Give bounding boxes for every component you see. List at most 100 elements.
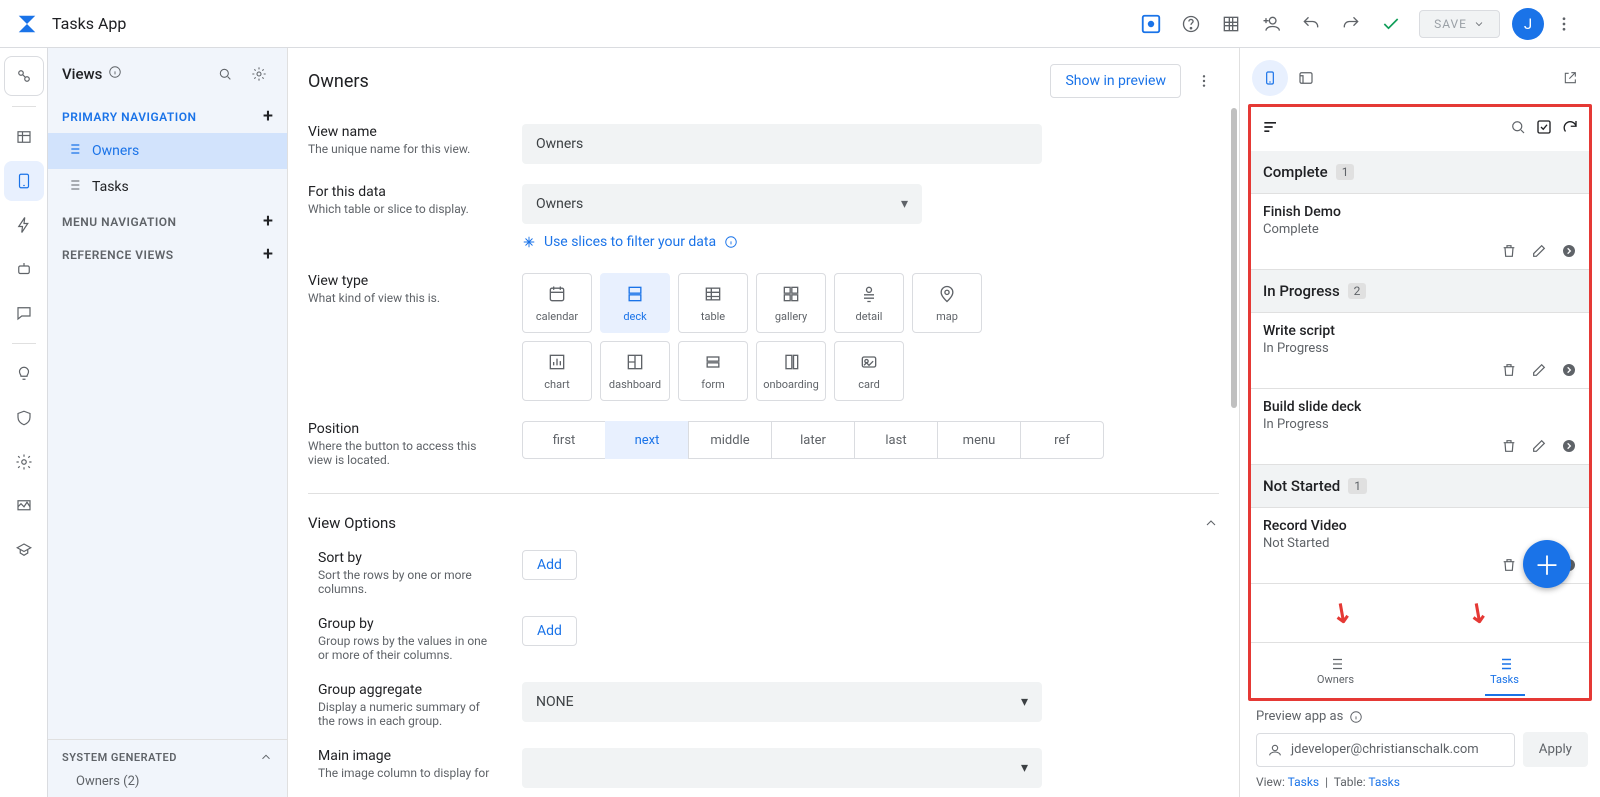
apply-button[interactable]: Apply	[1523, 732, 1588, 767]
views-item-tasks[interactable]: Tasks	[48, 169, 287, 205]
more-vert-icon[interactable]	[1544, 4, 1584, 44]
rail-settings-icon[interactable]	[4, 442, 44, 482]
pos-menu[interactable]: menu	[937, 421, 1021, 459]
pos-later[interactable]: later	[771, 421, 855, 459]
preview-toggle-icon[interactable]	[1131, 4, 1171, 44]
delete-icon[interactable]	[1501, 243, 1517, 263]
chevron-right-icon[interactable]	[1561, 438, 1577, 458]
scrollbar[interactable]	[1231, 108, 1237, 787]
device-phone-icon[interactable]	[1252, 60, 1288, 96]
check-icon[interactable]	[1371, 4, 1411, 44]
preview-group-header[interactable]: Not Started1	[1251, 465, 1589, 508]
pos-ref[interactable]: ref	[1020, 421, 1104, 459]
grid-icon[interactable]	[1211, 4, 1251, 44]
system-sub-owners[interactable]: Owners (2)	[48, 774, 287, 797]
section-system-generated[interactable]: SYSTEM GENERATED	[48, 739, 287, 774]
vt-calendar[interactable]: calendar	[522, 273, 592, 333]
view-type-help: What kind of view this is.	[308, 291, 498, 305]
avatar[interactable]: J	[1512, 8, 1544, 40]
add-primary-view-icon[interactable]: +	[263, 106, 273, 127]
preview-as-email-input[interactable]: jdeveloper@christianschalk.com	[1256, 733, 1515, 767]
preview-group-header[interactable]: In Progress2	[1251, 270, 1589, 313]
pos-middle[interactable]: middle	[688, 421, 772, 459]
delete-icon[interactable]	[1501, 362, 1517, 382]
open-external-icon[interactable]	[1552, 60, 1588, 96]
delete-icon[interactable]	[1501, 438, 1517, 458]
chevron-right-icon[interactable]	[1561, 243, 1577, 263]
show-in-preview-button[interactable]: Show in preview	[1050, 64, 1181, 98]
redo-icon[interactable]	[1331, 4, 1371, 44]
add-ref-view-icon[interactable]: +	[263, 244, 273, 265]
group-agg-select[interactable]: NONE ▾	[522, 682, 1042, 722]
chevron-right-icon[interactable]	[1561, 362, 1577, 382]
rail-actions-icon[interactable]	[4, 205, 44, 245]
vt-map[interactable]: map	[912, 273, 982, 333]
device-tablet-icon[interactable]	[1288, 60, 1324, 96]
info-icon[interactable]	[108, 65, 122, 83]
sort-by-add-button[interactable]: Add	[522, 550, 577, 580]
vt-form[interactable]: form	[678, 341, 748, 401]
view-name-input[interactable]	[522, 124, 1042, 164]
help-icon[interactable]	[1171, 4, 1211, 44]
vt-dashboard[interactable]: dashboard	[600, 341, 670, 401]
edit-icon[interactable]	[1531, 362, 1547, 382]
edit-icon[interactable]	[1531, 438, 1547, 458]
vt-table[interactable]: table	[678, 273, 748, 333]
view-options-section[interactable]: View Options	[288, 510, 1239, 540]
preview-search-icon[interactable]	[1509, 118, 1527, 140]
rail-manage-icon[interactable]	[4, 486, 44, 526]
preview-as-label: Preview app as	[1256, 709, 1343, 724]
main-more-icon[interactable]	[1189, 66, 1219, 96]
row-for-data: For this data Which table or slice to di…	[288, 174, 1239, 263]
rail-learn-icon[interactable]	[4, 530, 44, 570]
bottom-tab-owners[interactable]: Owners	[1251, 643, 1420, 698]
footer-view-label: View:	[1256, 775, 1285, 789]
row-group-by: Group by Group rows by the values in one…	[288, 606, 1239, 672]
preview-card[interactable]: Build slide deckIn Progress	[1251, 389, 1589, 465]
main-image-select[interactable]: ▾	[522, 748, 1042, 788]
edit-icon[interactable]	[1531, 243, 1547, 263]
bottom-tab-tasks[interactable]: Tasks	[1420, 643, 1589, 698]
for-data-select[interactable]: Owners ▾	[522, 184, 922, 224]
vt-gallery[interactable]: gallery	[756, 273, 826, 333]
hamburger-icon[interactable]	[1261, 117, 1281, 141]
delete-icon[interactable]	[1501, 557, 1517, 577]
vt-detail[interactable]: detail	[834, 273, 904, 333]
search-icon[interactable]	[211, 60, 239, 88]
group-by-add-button[interactable]: Add	[522, 616, 577, 646]
undo-icon[interactable]	[1291, 4, 1331, 44]
preview-group-header[interactable]: Complete1	[1251, 151, 1589, 194]
rail-chat-icon[interactable]	[4, 293, 44, 333]
footer-view-link[interactable]: Tasks	[1288, 775, 1320, 789]
save-button[interactable]: SAVE	[1419, 10, 1500, 38]
preview-card[interactable]: Write scriptIn Progress	[1251, 313, 1589, 389]
pos-next[interactable]: next	[605, 421, 689, 459]
info-icon[interactable]	[1349, 710, 1363, 724]
footer-table-link[interactable]: Tasks	[1368, 775, 1400, 789]
rail-bots-icon[interactable]	[4, 249, 44, 289]
fab-add-button[interactable]: ＋	[1523, 540, 1571, 588]
view-name-label: View name	[308, 124, 498, 140]
preview-footer: Preview app as jdeveloper@christianschal…	[1248, 701, 1592, 797]
add-user-icon[interactable]	[1251, 4, 1291, 44]
views-item-label: Tasks	[92, 179, 129, 195]
rail-security-icon[interactable]	[4, 398, 44, 438]
vt-chart[interactable]: chart	[522, 341, 592, 401]
views-item-owners[interactable]: Owners	[48, 133, 287, 169]
pos-last[interactable]: last	[854, 421, 938, 459]
slices-link[interactable]: Use slices to filter your data	[522, 234, 738, 250]
rail-data-icon[interactable]	[4, 117, 44, 157]
preview-refresh-icon[interactable]	[1561, 118, 1579, 140]
preview-card[interactable]: Finish DemoComplete	[1251, 194, 1589, 270]
preview-checkbox-icon[interactable]	[1535, 118, 1553, 140]
vt-card[interactable]: card	[834, 341, 904, 401]
pos-first[interactable]: first	[522, 421, 606, 459]
rail-home-icon[interactable]	[4, 56, 44, 96]
add-menu-view-icon[interactable]: +	[263, 211, 273, 232]
vt-onboarding[interactable]: onboarding	[756, 341, 826, 401]
gear-icon[interactable]	[245, 60, 273, 88]
rail-views-icon[interactable]	[4, 161, 44, 201]
main-panel: Owners Show in preview View name The uni…	[288, 48, 1240, 797]
vt-deck[interactable]: deck	[600, 273, 670, 333]
rail-intelligence-icon[interactable]	[4, 354, 44, 394]
